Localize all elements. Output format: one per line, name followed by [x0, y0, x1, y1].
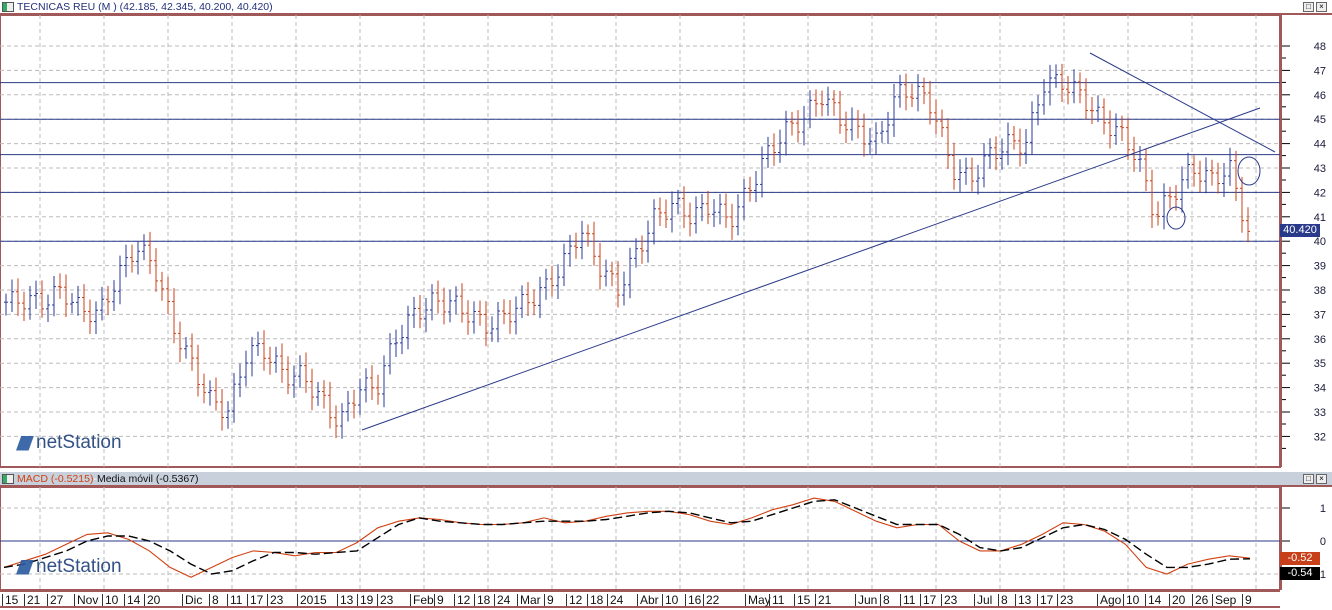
date-label: 9 [544, 594, 554, 606]
date-label: May [745, 594, 771, 606]
date-label: 23 [377, 594, 393, 606]
date-label: 9 [1242, 594, 1252, 606]
price-tick-label: 33 [1314, 407, 1326, 419]
date-label: 11 [769, 594, 784, 606]
date-label: 10 [662, 594, 678, 606]
date-axis: 15 21 27 Nov 10 14 20 Dic 8 11 17 23 2015 13 19 23 Feb 9 1… [0, 590, 1280, 608]
price-tick-label: 45 [1314, 114, 1326, 126]
date-label: 20 [1169, 594, 1185, 606]
date-label: Dic [182, 594, 202, 606]
chart-window-icon [2, 1, 14, 12]
date-label: 15 [794, 594, 810, 606]
macd-value-box: -0.52 [1280, 552, 1320, 565]
date-label: Abr [637, 594, 659, 606]
date-label: 18 [474, 594, 490, 606]
date-label: 24 [607, 594, 623, 606]
date-label: 27 [47, 594, 63, 606]
date-label: 22 [703, 594, 719, 606]
maximize-button[interactable]: □ [1303, 474, 1314, 484]
price-tick-label: 43 [1314, 163, 1326, 175]
date-label: Nov [74, 594, 98, 606]
date-label: 20 [144, 594, 160, 606]
date-label: 2015 [297, 594, 327, 606]
price-chart[interactable]: 48 47 46 45 44 43 42 41 40 39 38 37 36 35 34 33 32 [0, 15, 1332, 470]
netstation-logo: netStation [16, 556, 122, 578]
date-label: 10 [1123, 594, 1139, 606]
macd-label: MACD (-0.5215) [17, 472, 94, 485]
price-tick-label: 44 [1314, 139, 1326, 151]
date-label: 9 [434, 594, 444, 606]
maximize-button[interactable]: □ [1303, 2, 1314, 12]
price-tick-label: 48 [1314, 41, 1326, 53]
date-label: 12 [566, 594, 582, 606]
date-label: 19 [357, 594, 373, 606]
close-button[interactable]: × [1316, 474, 1327, 484]
price-window-title: TECNICAS REU (M ) (42.185, 42.345, 40.20… [17, 0, 273, 13]
price-tick-label: 37 [1314, 309, 1326, 321]
price-tick-label: 34 [1314, 383, 1326, 395]
netstation-logo: netStation [16, 432, 122, 454]
date-label: 14 [124, 594, 140, 606]
date-label: 11 [227, 594, 242, 606]
price-tick-label: 39 [1314, 261, 1326, 273]
chart-window-icon [2, 473, 14, 484]
macd-tick-label: 1 [1320, 503, 1326, 515]
date-label: Mar [517, 594, 541, 606]
date-label: 8 [880, 594, 890, 606]
date-label: 14 [1145, 594, 1161, 606]
plot-frame [0, 487, 1281, 590]
last-price-label: 40.420 [1280, 224, 1320, 237]
date-label: Jun [855, 594, 877, 606]
date-label: 16 [685, 594, 701, 606]
price-tick-label: 47 [1314, 65, 1326, 77]
date-label: 13 [337, 594, 353, 606]
date-label: 8 [998, 594, 1008, 606]
macd-window-titlebar: MACD (-0.5215) - Media móvil (-0.5367) □… [0, 472, 1332, 487]
date-label: 18 [587, 594, 603, 606]
close-button[interactable]: × [1316, 2, 1327, 12]
date-label: 21 [24, 594, 40, 606]
price-tick-label: 32 [1314, 431, 1326, 443]
date-label: 17 [1037, 594, 1053, 606]
date-label: 23 [941, 594, 957, 606]
date-label: 23 [267, 594, 283, 606]
date-label: 17 [247, 594, 263, 606]
date-label: Jul [974, 594, 992, 606]
price-tick-label: 42 [1314, 187, 1326, 199]
price-tick-label: 40 [1314, 236, 1326, 248]
date-label: Feb [410, 594, 434, 606]
date-label: 24 [494, 594, 510, 606]
signal-value-box: -0.54 [1280, 567, 1320, 580]
signal-label: Media móvil (-0.5367) [96, 472, 199, 485]
date-label: 13 [1015, 594, 1031, 606]
date-label: 8 [209, 594, 219, 606]
price-tick-label: 41 [1314, 212, 1326, 224]
date-label: 10 [102, 594, 118, 606]
date-label: 23 [1057, 594, 1073, 606]
date-label: 26 [1192, 594, 1208, 606]
price-tick-label: 36 [1314, 334, 1326, 346]
date-label: 15 [2, 594, 18, 606]
price-tick-label: 38 [1314, 285, 1326, 297]
date-label: 11 [900, 594, 915, 606]
price-tick-label: 46 [1314, 90, 1326, 102]
macd-tick-label: 0 [1320, 536, 1326, 548]
macd-chart[interactable]: 10-1 [0, 487, 1332, 590]
date-label: 21 [815, 594, 831, 606]
price-window-titlebar: TECNICAS REU (M ) (42.185, 42.345, 40.20… [0, 0, 1332, 15]
date-label: 12 [454, 594, 470, 606]
date-label: Sep [1212, 594, 1236, 606]
date-label: 17 [920, 594, 936, 606]
price-tick-label: 35 [1314, 358, 1326, 370]
date-label: Ago [1097, 594, 1121, 606]
